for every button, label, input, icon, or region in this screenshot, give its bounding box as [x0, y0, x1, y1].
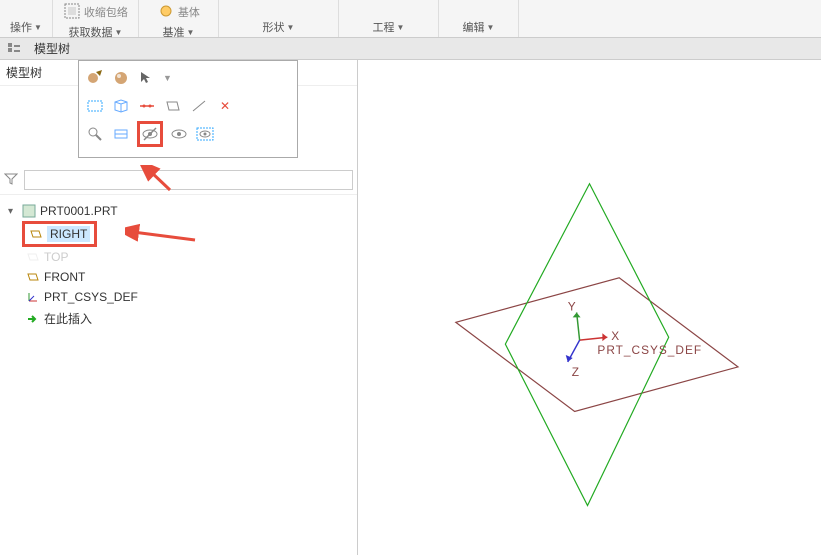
ribbon-eng[interactable]: 工程▼ [339, 0, 439, 37]
main-area: ▼ ✕ [0, 60, 821, 555]
line-icon[interactable] [189, 96, 209, 116]
filter-row [0, 166, 357, 195]
tree-item-label: PRT_CSYS_DEF [44, 290, 138, 304]
dropdown-icon: ▼ [286, 23, 294, 32]
plane-icon [26, 250, 40, 264]
tree-item-right[interactable]: RIGHT [22, 221, 97, 247]
base-icon[interactable] [157, 2, 175, 23]
placeholder-icon [178, 68, 258, 88]
ribbon-operate[interactable]: 操作▼ [0, 0, 53, 37]
box-icon[interactable] [111, 96, 131, 116]
ribbon: 操作▼ 收缩包络 获取数据▼ 基体 基准▼ 形状▼ 工程▼ 编辑▼ [0, 0, 821, 38]
filter-input[interactable] [24, 170, 353, 190]
viewport[interactable]: X Y Z PRT_CSYS_DEF [358, 60, 821, 555]
part-icon [22, 204, 36, 218]
tree-children: RIGHT TOP FRONT [4, 221, 353, 330]
filter-icon[interactable] [4, 172, 20, 188]
tree-item-label: 在此插入 [44, 310, 92, 327]
model-tree: ▾ PRT0001.PRT RIGHT TOP [0, 195, 357, 336]
plane-icon [26, 270, 40, 284]
select-icon[interactable] [137, 68, 157, 88]
base-label: 基体 [178, 4, 200, 20]
plane-icon [29, 227, 43, 241]
dropdown-icon: ▼ [486, 23, 494, 32]
show-dashed-icon[interactable] [195, 124, 215, 144]
csys-icon [26, 290, 40, 304]
dropdown-icon[interactable]: ▼ [163, 73, 172, 83]
point-icon[interactable]: ✕ [215, 96, 235, 116]
dashed-box-icon[interactable] [85, 96, 105, 116]
tab-bar: 模型树 [0, 38, 821, 60]
axis-red-icon[interactable] [137, 96, 157, 116]
view-icon[interactable] [111, 124, 131, 144]
collapse-icon[interactable]: ▾ [8, 206, 18, 217]
axis-z-label: Z [572, 365, 579, 379]
ribbon-getdata[interactable]: 收缩包络 获取数据▼ [53, 0, 139, 37]
hide-icon[interactable] [137, 121, 163, 147]
svg-text:✕: ✕ [220, 99, 230, 113]
plane-icon[interactable] [163, 96, 183, 116]
dropdown-icon: ▼ [34, 23, 42, 32]
show-icon[interactable] [169, 124, 189, 144]
tree-root-label: PRT0001.PRT [40, 204, 118, 218]
mini-toolbar: ▼ ✕ [78, 60, 298, 158]
axis-x-label: X [611, 329, 619, 343]
axis-y-label: Y [568, 299, 576, 313]
tree-item-front[interactable]: FRONT [22, 267, 353, 287]
tree-item-label: TOP [44, 250, 68, 264]
zoom-icon[interactable] [85, 124, 105, 144]
tree-item-top[interactable]: TOP [22, 247, 353, 267]
shrinkwrap-icon[interactable] [63, 2, 81, 23]
color-icon[interactable] [111, 68, 131, 88]
ribbon-datum[interactable]: 基体 基准▼ [139, 0, 219, 37]
csys-label: PRT_CSYS_DEF [597, 343, 702, 357]
dropdown-icon: ▼ [186, 28, 194, 37]
shrinkwrap-label: 收缩包络 [84, 4, 128, 20]
tree-item-label: FRONT [44, 270, 85, 284]
ribbon-edit[interactable]: 编辑▼ [439, 0, 519, 37]
ribbon-shape[interactable]: 形状▼ [219, 0, 339, 37]
tab-model-tree[interactable]: 模型树 [26, 37, 78, 60]
appearance-icon[interactable] [85, 68, 105, 88]
tree-root[interactable]: ▾ PRT0001.PRT [4, 201, 353, 221]
viewport-svg: X Y Z PRT_CSYS_DEF [358, 60, 821, 555]
dropdown-icon: ▼ [114, 28, 122, 37]
dropdown-icon: ▼ [396, 23, 404, 32]
tree-item-csys[interactable]: PRT_CSYS_DEF [22, 287, 353, 307]
tree-nav-icon[interactable] [6, 41, 22, 57]
insert-arrow-icon [26, 312, 40, 326]
sidebar: ▼ ✕ [0, 60, 358, 555]
tree-item-insert[interactable]: 在此插入 [22, 307, 353, 330]
tree-item-label: RIGHT [47, 226, 90, 242]
